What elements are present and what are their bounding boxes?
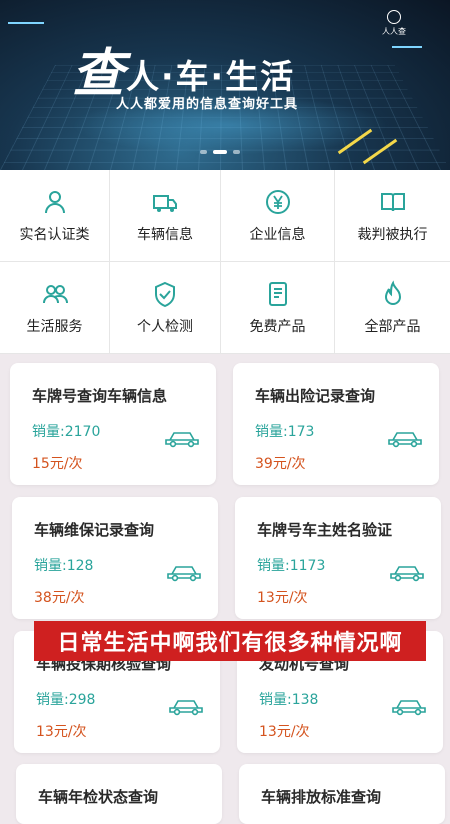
banner-logo-text: 人人查 [382,27,406,36]
category-item-free-products[interactable]: 免费产品 [221,262,335,354]
product-card[interactable]: 车牌号查询车辆信息 销量:2170 15元/次 [10,363,216,485]
product-sales: 销量:1173 [257,558,326,574]
product-title: 车牌号查询车辆信息 [32,387,168,405]
product-title: 车辆维保记录查询 [34,521,155,539]
category-item-life-service[interactable]: 生活服务 [0,262,110,354]
truck-icon [153,194,177,212]
carousel-dot-active [213,150,227,154]
category-label: 个人检测 [137,318,193,335]
product-sales: 销量:138 [259,692,319,708]
category-label: 免费产品 [249,318,306,335]
product-sales: 销量:2170 [32,424,101,440]
subtitle-caption: 日常生活中啊我们有很多种情况啊 [34,621,426,661]
product-card[interactable]: 车牌号车主姓名验证 销量:1173 13元/次 [235,497,441,619]
carousel-dot [200,150,207,154]
category-label: 车辆信息 [137,226,193,243]
category-item-judgment[interactable]: 裁判被执行 [335,170,450,262]
car-icon [169,700,203,716]
book-icon [380,192,405,211]
car-icon [390,566,424,582]
document-icon [268,281,287,306]
category-label: 企业信息 [249,226,306,243]
category-label: 裁判被执行 [357,226,428,243]
flame-icon [384,279,401,305]
person-icon [44,190,65,213]
banner-stripe [392,46,422,48]
category-item-all-products[interactable]: 全部产品 [335,262,450,354]
category-label: 生活服务 [26,318,83,335]
yen-coin-icon [265,189,290,214]
product-sales: 销量:128 [34,558,94,574]
product-title: 车辆年检状态查询 [38,788,159,806]
product-card[interactable]: 车辆排放标准查询 [239,764,445,824]
group-icon [42,284,68,303]
carousel-indicator [200,150,240,154]
carousel-dot [233,150,240,154]
product-sales: 销量:173 [255,424,315,440]
product-price: 15元/次 [32,456,83,472]
car-icon [392,700,426,716]
shield-check-icon [155,281,175,307]
category-label: 全部产品 [364,318,421,335]
category-item-vehicle[interactable]: 车辆信息 [110,170,221,262]
car-icon [167,566,201,582]
logo-icon [387,10,401,24]
category-label: 实名认证类 [19,226,90,243]
product-price: 38元/次 [34,590,85,606]
product-card[interactable]: 车辆维保记录查询 销量:128 38元/次 [12,497,218,619]
product-card[interactable]: 车辆出险记录查询 销量:173 39元/次 [233,363,439,485]
banner-title-big: 查 [72,44,124,104]
banner-stripe [8,22,44,24]
product-title: 车辆出险记录查询 [255,387,376,405]
category-grid: 实名认证类 车辆信息 企业信息 裁判被执行 生活服务 个人检测 免费产品 全部产… [0,170,450,354]
banner-subtitle: 人人都爱用的信息查询好工具 [116,97,299,112]
hero-banner[interactable]: 查 人·车·生活 人人都爱用的信息查询好工具 人人查 [0,0,450,170]
product-price: 39元/次 [255,456,306,472]
car-icon [388,432,422,448]
product-price: 13元/次 [36,724,87,740]
car-icon [165,432,199,448]
product-price: 13元/次 [259,724,310,740]
banner-logo: 人人查 [382,10,406,37]
category-item-identity[interactable]: 实名认证类 [0,170,110,262]
product-card[interactable]: 车辆年检状态查询 [16,764,222,824]
product-price: 13元/次 [257,590,308,606]
product-title: 车辆排放标准查询 [261,788,382,806]
product-sales: 销量:298 [36,692,96,708]
category-item-personal-check[interactable]: 个人检测 [110,262,221,354]
category-item-enterprise[interactable]: 企业信息 [221,170,335,262]
product-title: 车牌号车主姓名验证 [257,521,393,539]
banner-title-rest: 人·车·生活 [126,57,296,96]
